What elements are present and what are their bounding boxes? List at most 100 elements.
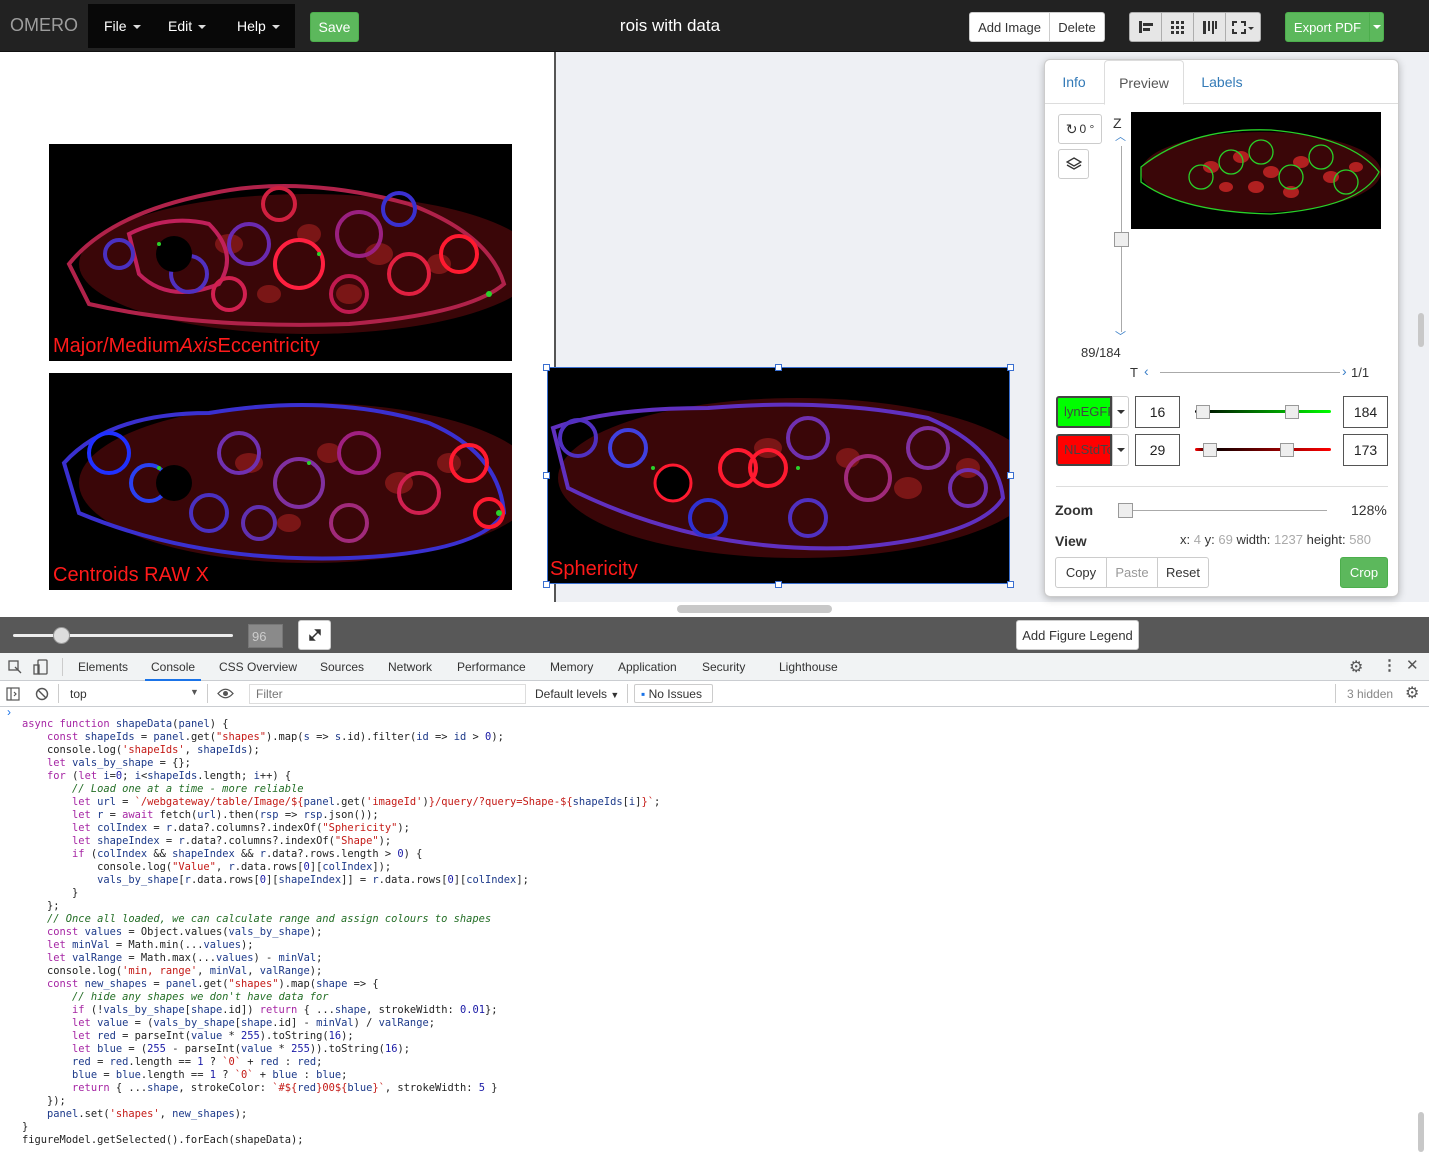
add-image-button[interactable]: Add Image: [969, 12, 1050, 42]
brand-logo[interactable]: OMERO: [10, 15, 78, 36]
inspect-icon[interactable]: [8, 660, 22, 674]
figure-panel-3-selected[interactable]: Sphericity: [547, 367, 1010, 584]
channel-min-input[interactable]: 29: [1135, 434, 1180, 466]
prompt-chevron-icon: ›: [7, 705, 11, 719]
horizontal-scrollbar[interactable]: [677, 605, 832, 613]
zoom-percent-input[interactable]: 96: [248, 624, 283, 648]
clear-console-icon[interactable]: [35, 687, 49, 701]
z-slider-thumb[interactable]: [1114, 232, 1129, 247]
chevron-down-icon[interactable]: ﹀: [1115, 328, 1126, 344]
device-toolbar-icon[interactable]: [33, 659, 49, 675]
divider: [1335, 684, 1336, 703]
resize-handle[interactable]: [543, 472, 550, 479]
tab-performance[interactable]: Performance: [457, 660, 526, 674]
canvas-zoom-thumb[interactable]: [53, 627, 70, 644]
resize-handle[interactable]: [775, 581, 782, 588]
resize-handle[interactable]: [1007, 364, 1014, 371]
rotate-button[interactable]: ↻ 0 °: [1058, 114, 1102, 144]
figure-panel-1[interactable]: Major/MediumAxisEccentricity: [49, 144, 512, 361]
grid-button[interactable]: [1161, 12, 1194, 42]
channel-min-input[interactable]: 16: [1135, 396, 1180, 428]
align-left-button[interactable]: [1129, 12, 1162, 42]
tab-sources[interactable]: Sources: [320, 660, 364, 674]
channel-toggle-NLStdTomato[interactable]: NLStdTomato: [1056, 434, 1112, 466]
help-menu[interactable]: Help: [237, 18, 280, 34]
panel-image: [66, 184, 512, 334]
resize-handle[interactable]: [775, 364, 782, 371]
resize-handle[interactable]: [1007, 472, 1014, 479]
delete-button[interactable]: Delete: [1049, 12, 1105, 42]
export-pdf-button[interactable]: Export PDF: [1285, 12, 1370, 42]
close-icon[interactable]: ✕: [1406, 656, 1419, 674]
issues-button[interactable]: ▪ No Issues: [634, 684, 713, 703]
resize-handle[interactable]: [543, 364, 550, 371]
tab-preview[interactable]: Preview: [1104, 60, 1184, 105]
tab-elements[interactable]: Elements: [78, 660, 128, 674]
align-left-icon: [1138, 21, 1153, 33]
layers-button[interactable]: [1058, 149, 1089, 179]
fit-to-screen-button[interactable]: [298, 620, 331, 650]
channel-toggle-lynEGFP[interactable]: lynEGFP: [1056, 396, 1112, 428]
channel-min-thumb[interactable]: [1196, 405, 1210, 419]
export-dropdown-button[interactable]: [1369, 12, 1384, 42]
vertical-scrollbar[interactable]: [1418, 313, 1424, 347]
tab-lighthouse[interactable]: Lighthouse: [779, 660, 838, 674]
tab-info[interactable]: Info: [1045, 60, 1103, 104]
main-menu: File Edit Help: [88, 4, 295, 48]
edit-menu[interactable]: Edit: [168, 18, 207, 34]
console-scrollbar[interactable]: [1418, 1112, 1424, 1152]
tab-labels[interactable]: Labels: [1185, 60, 1259, 104]
z-value: 89/184: [1081, 345, 1121, 360]
chevron-left-icon[interactable]: ‹: [1144, 363, 1149, 379]
divider: [627, 684, 628, 703]
zoom-slider-thumb[interactable]: [1118, 503, 1133, 518]
crop-button[interactable]: Crop: [1340, 557, 1388, 588]
rotate-icon: ↻: [1065, 120, 1078, 137]
gear-icon[interactable]: ⚙: [1349, 657, 1363, 677]
tab-network[interactable]: Network: [388, 660, 432, 674]
chevron-down-icon: [198, 25, 207, 30]
eye-icon[interactable]: [217, 688, 234, 699]
sidebar-toggle-icon[interactable]: [6, 687, 20, 701]
channel-max-thumb[interactable]: [1285, 405, 1299, 419]
add-figure-legend-button[interactable]: Add Figure Legend: [1016, 620, 1139, 650]
tab-console[interactable]: Console: [145, 653, 202, 681]
save-button[interactable]: Save: [310, 12, 359, 42]
tab-application[interactable]: Application: [618, 660, 677, 674]
copy-button[interactable]: Copy: [1055, 557, 1107, 588]
chevron-up-icon[interactable]: ︿: [1115, 128, 1126, 144]
t-slider-track[interactable]: [1160, 372, 1340, 373]
file-menu[interactable]: File: [104, 18, 141, 34]
panel-label: Centroids RAW X: [53, 564, 209, 586]
resize-handle[interactable]: [1007, 581, 1014, 588]
log-levels-dropdown[interactable]: Default levels ▼: [535, 687, 619, 701]
channel-color-dropdown[interactable]: [1112, 396, 1129, 428]
context-selector[interactable]: top: [70, 687, 87, 701]
console-output[interactable]: › async function shapeData(panel) { cons…: [0, 705, 1429, 1157]
reset-button[interactable]: Reset: [1157, 557, 1209, 588]
panel-label: Sphericity: [550, 558, 638, 580]
chevron-down-icon[interactable]: ▼: [190, 687, 199, 697]
channel-range-slider[interactable]: [1195, 410, 1331, 413]
channel-max-input[interactable]: 184: [1343, 396, 1388, 428]
channel-color-dropdown[interactable]: [1112, 434, 1129, 466]
gear-icon[interactable]: ⚙: [1405, 683, 1419, 703]
paste-button[interactable]: Paste: [1106, 557, 1158, 588]
size-dropdown-button[interactable]: [1225, 12, 1261, 42]
canvas-zoom-slider[interactable]: [13, 634, 233, 637]
top-navbar: OMERO File Edit Help Save rois with data…: [0, 0, 1429, 52]
tab-security[interactable]: Security: [702, 660, 745, 674]
console-filter-input[interactable]: [249, 684, 526, 704]
channel-max-thumb[interactable]: [1280, 443, 1294, 457]
more-options-icon[interactable]: ⋮: [1382, 656, 1397, 674]
chevron-right-icon[interactable]: ›: [1342, 363, 1347, 379]
tab-memory[interactable]: Memory: [550, 660, 593, 674]
channel-max-input[interactable]: 173: [1343, 434, 1388, 466]
zoom-slider-track[interactable]: [1120, 510, 1327, 511]
channel-min-thumb[interactable]: [1203, 443, 1217, 457]
align-top-button[interactable]: [1193, 12, 1226, 42]
tab-css-overview[interactable]: CSS Overview: [219, 660, 297, 674]
figure-panel-2[interactable]: Centroids RAW X: [49, 373, 512, 590]
preview-thumbnail[interactable]: [1131, 112, 1381, 229]
resize-handle[interactable]: [543, 581, 550, 588]
